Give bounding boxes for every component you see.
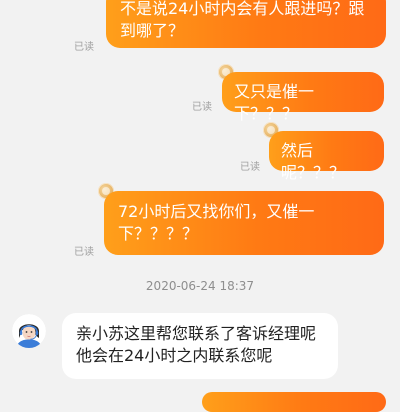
user-message-text: 又只是催一下？？？ (234, 82, 315, 123)
user-message-bubble-partial[interactable] (202, 392, 386, 412)
read-status: 已读 (240, 162, 260, 173)
agent-avatar[interactable] (12, 314, 46, 348)
read-status: 已读 (74, 247, 94, 258)
read-status: 已读 (74, 42, 94, 53)
user-message-bubble[interactable]: 又只是催一下？？？ (222, 72, 384, 123)
user-message-bubble[interactable]: 不是说24小时内会有人跟进吗？跟 到哪了？ (106, 0, 386, 48)
agent-avatar-icon (12, 314, 46, 348)
user-message-text: 72小时后又找你们，又催一 下？？？？ (118, 202, 315, 243)
user-message-bubble[interactable]: 72小时后又找你们，又催一 下？？？？ (104, 191, 384, 255)
user-message-text: 不是说24小时内会有人跟进吗？跟 到哪了？ (120, 0, 365, 40)
agent-message-text: 亲小苏这里帮您联系了客诉经理呢 他会在24小时之内联系您呢 (76, 324, 317, 365)
message-timestamp: 2020-06-24 18:37 (145, 279, 255, 293)
agent-message-bubble[interactable]: 亲小苏这里帮您联系了客诉经理呢 他会在24小时之内联系您呢 (62, 313, 338, 379)
read-status: 已读 (192, 102, 212, 113)
user-message-bubble[interactable]: 然后呢？？？ (269, 131, 384, 182)
user-message-text: 然后呢？？？ (281, 141, 346, 182)
chat-thread: 不是说24小时内会有人跟进吗？跟 到哪了？ 已读 又只是催一下？？？ 已读 然后… (0, 0, 400, 412)
